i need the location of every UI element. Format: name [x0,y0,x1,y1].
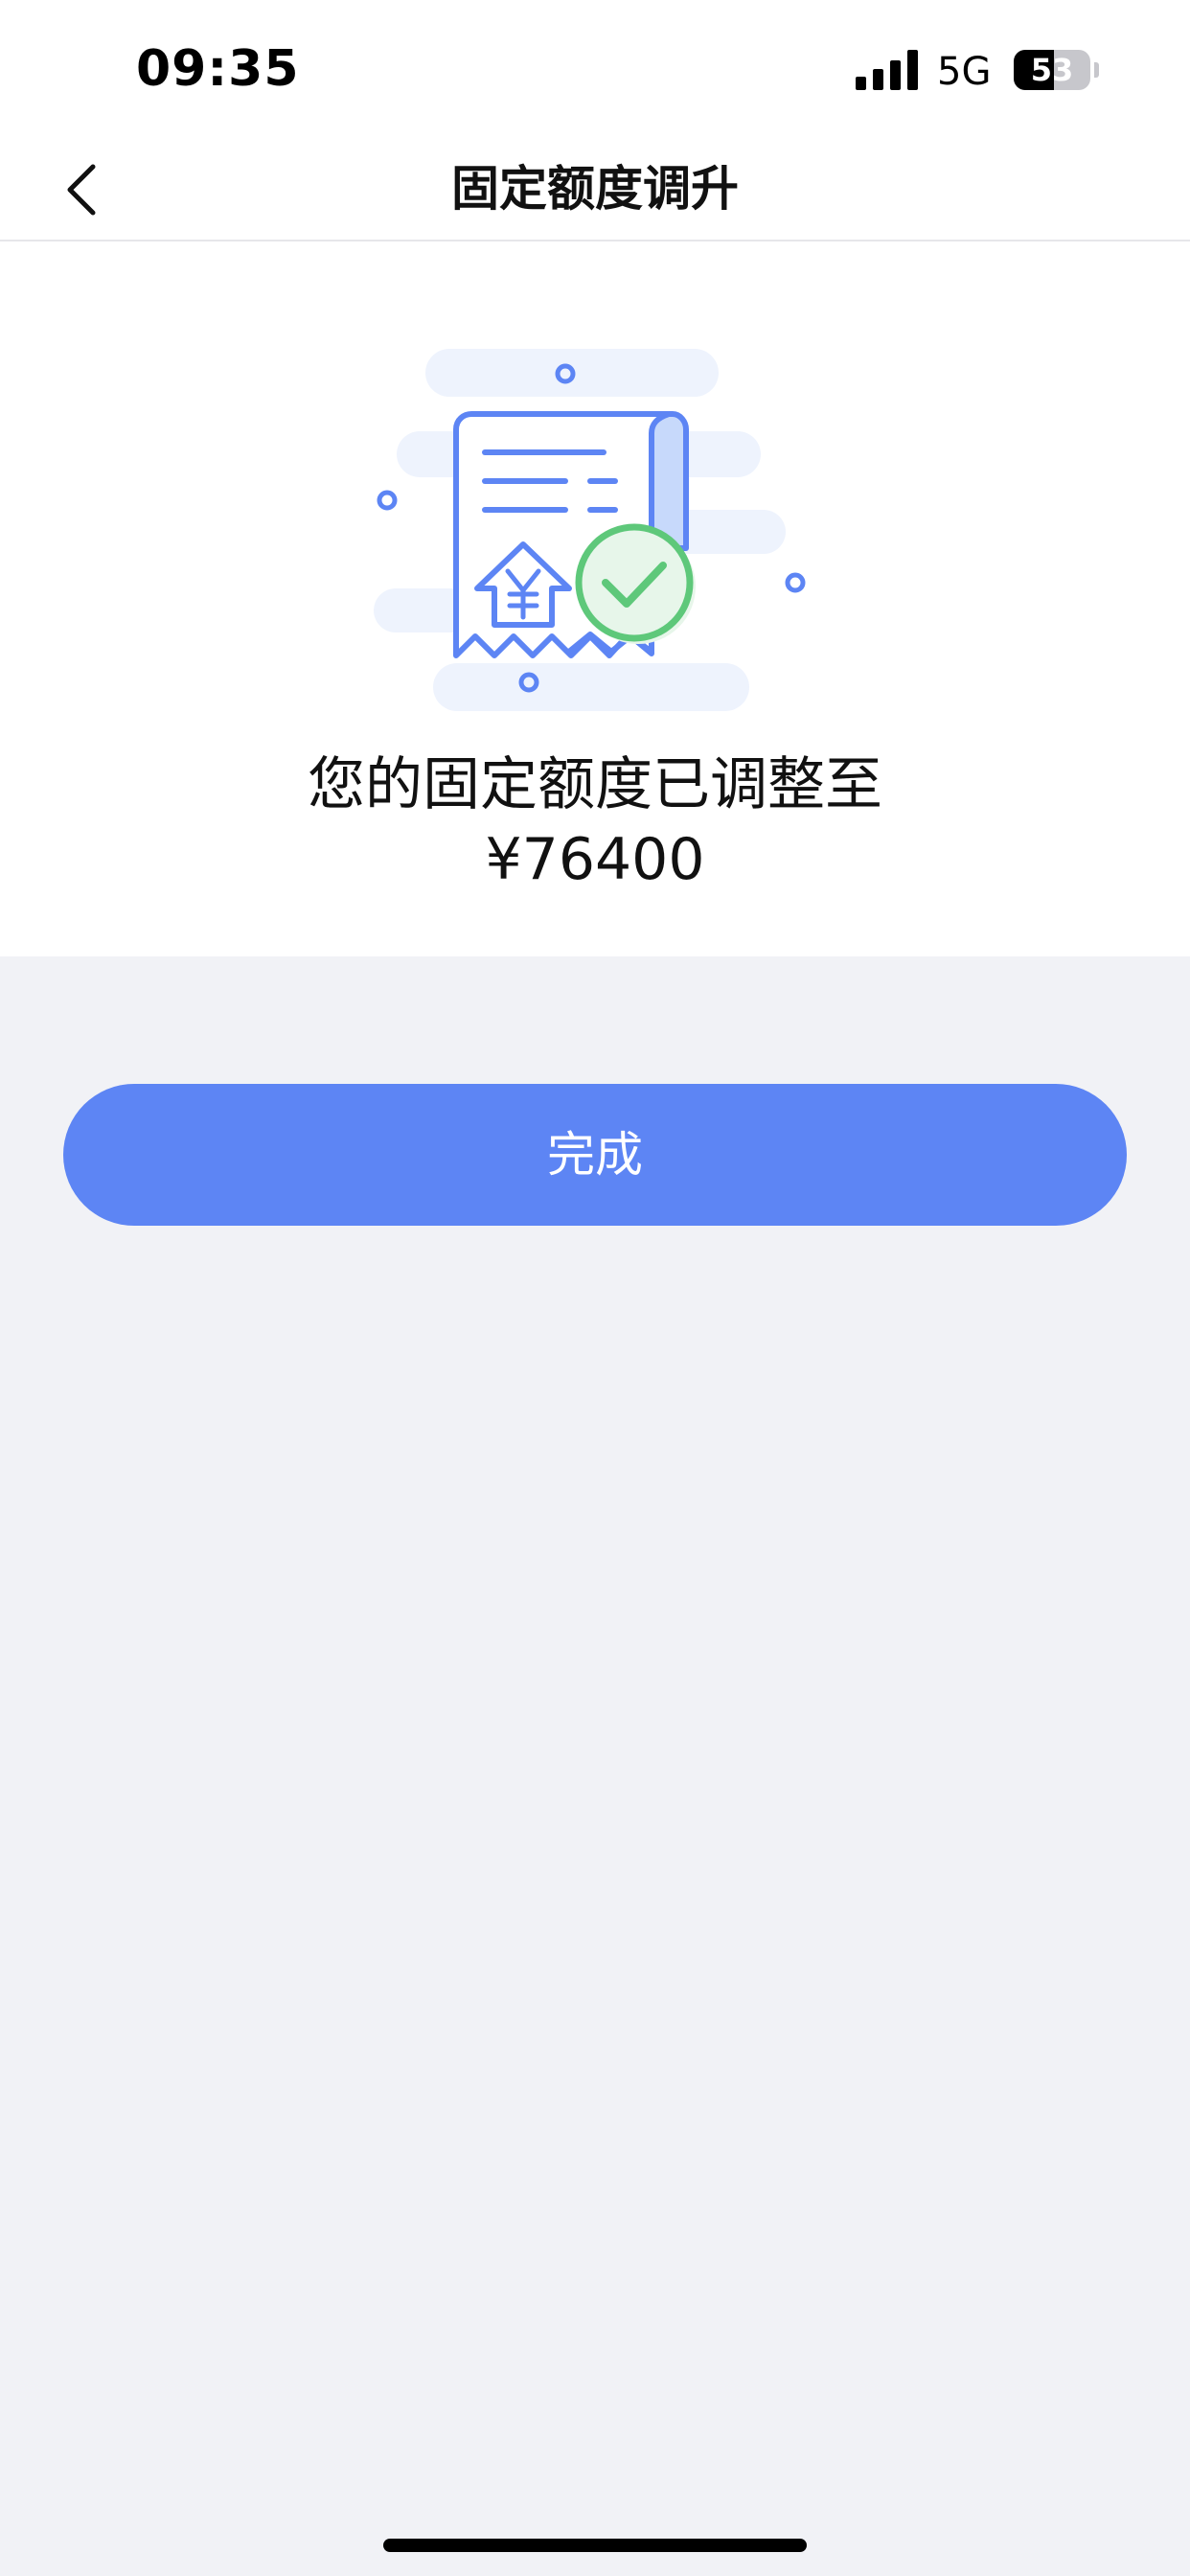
home-indicator[interactable] [383,2539,807,2552]
status-bar: 09:35 5G 53 [0,0,1190,138]
result-card: 您的固定额度已调整至 ¥76400 [0,242,1190,956]
nav-bar: 固定额度调升 [0,138,1190,242]
result-amount: ¥76400 [485,826,705,893]
status-time: 09:35 [136,40,300,98]
battery-icon: 53 [1014,50,1100,90]
network-type: 5G [937,50,992,94]
done-button[interactable]: 完成 [63,1084,1127,1226]
chevron-left-icon [67,164,96,216]
back-button[interactable] [48,151,115,228]
result-message: 您的固定额度已调整至 ¥76400 [0,748,1190,897]
result-message-line1: 您的固定额度已调整至 [308,751,882,818]
page-title: 固定额度调升 [451,161,739,217]
cellular-signal-icon [856,50,918,90]
receipt-success-icon [374,349,806,711]
battery-level: 53 [1030,52,1074,88]
